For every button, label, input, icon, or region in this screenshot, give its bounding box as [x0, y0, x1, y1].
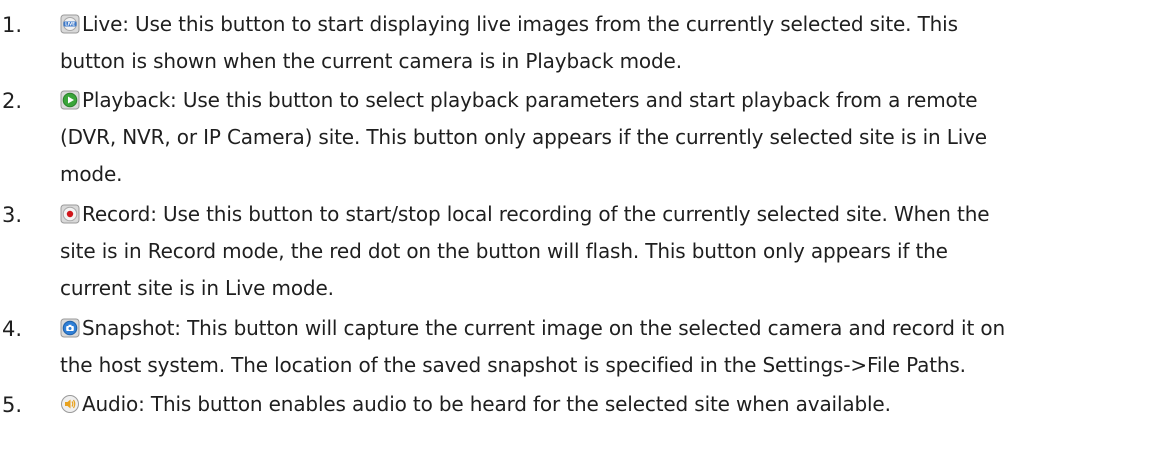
item-text-line: Snapshot: This button will capture the c…: [82, 316, 1005, 340]
item-text-line: site is in Record mode, the red dot on t…: [60, 239, 948, 263]
item-text-line: mode.: [60, 162, 123, 186]
item-text-line: Record: Use this button to start/stop lo…: [82, 202, 990, 226]
item-text-line: current site is in Live mode.: [60, 276, 334, 300]
snapshot-icon: [60, 318, 80, 338]
list-number: 2.: [2, 89, 23, 113]
item-text-line: button is shown when the current camera …: [60, 49, 682, 73]
list-number: 1.: [2, 13, 23, 37]
list-number: 5.: [2, 393, 23, 417]
svg-text:LIVE: LIVE: [65, 22, 75, 27]
item-text-line: Live: Use this button to start displayin…: [82, 12, 958, 36]
audio-icon: [60, 394, 80, 414]
list-number: 4.: [2, 317, 23, 341]
live-icon: LIVE: [60, 14, 80, 34]
list-number: 3.: [2, 203, 23, 227]
item-text-line: (DVR, NVR, or IP Camera) site. This butt…: [60, 125, 987, 149]
item-text-line: Playback: Use this button to select play…: [82, 88, 978, 112]
item-text-line: the host system. The location of the sav…: [60, 353, 966, 377]
record-icon: [60, 204, 80, 224]
playback-icon: [60, 90, 80, 110]
item-text-line: Audio: This button enables audio to be h…: [82, 392, 891, 416]
